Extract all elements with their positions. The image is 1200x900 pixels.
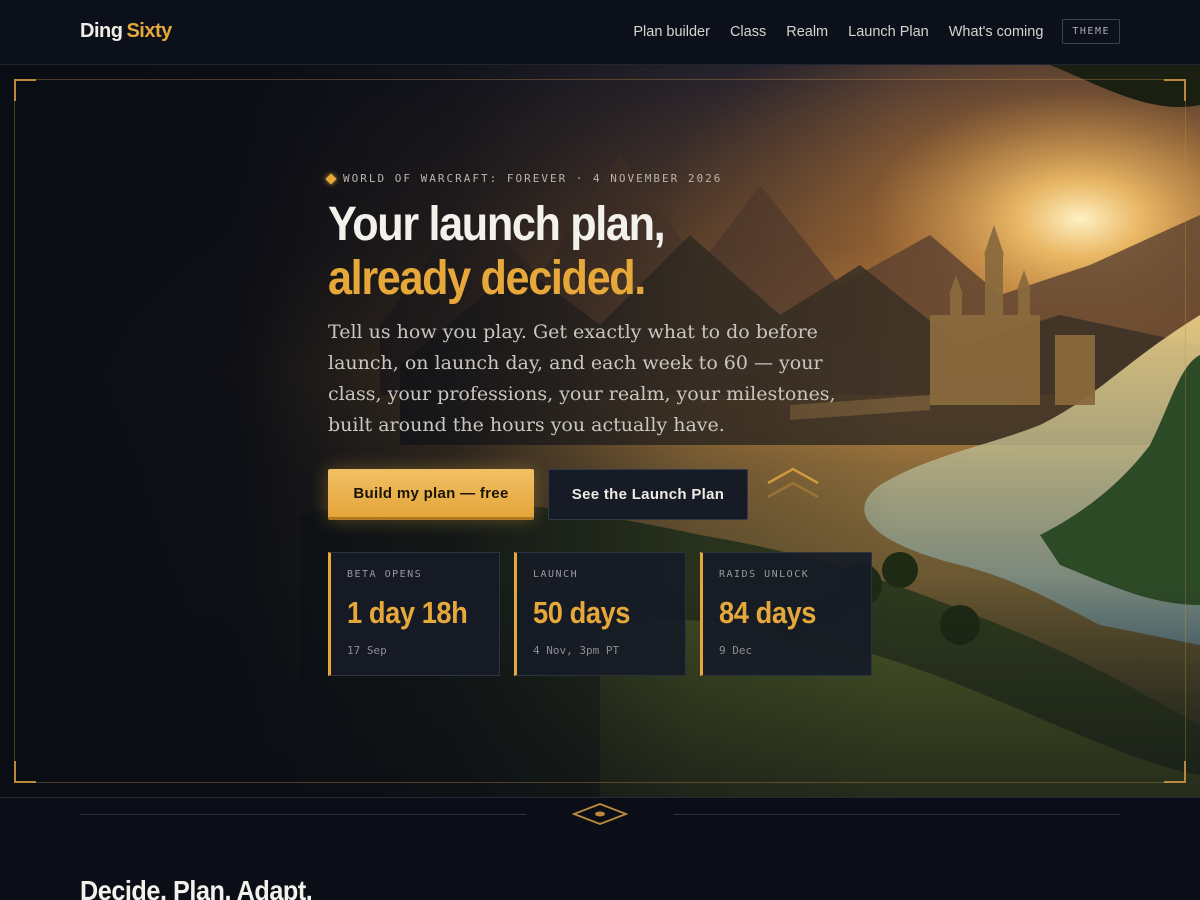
nav-whats-coming[interactable]: What's coming xyxy=(949,20,1044,44)
diamond-gem-icon xyxy=(572,803,628,825)
stat-value: 84 days xyxy=(719,595,817,630)
eyebrow-text: WORLD OF WARCRAFT: FOREVER · 4 NOVEMBER … xyxy=(343,172,723,185)
stat-card-beta: BETA OPENS 1 day 18h 17 Sep xyxy=(328,552,500,676)
stat-card-raids: RAIDS UNLOCK 84 days 9 Dec xyxy=(700,552,872,676)
stat-label: BETA OPENS xyxy=(347,569,423,580)
nav-launch-plan[interactable]: Launch Plan xyxy=(848,20,929,44)
hero-description: Tell us how you play. Get exactly what t… xyxy=(328,321,836,436)
frame-corner xyxy=(14,79,36,101)
frame-corner xyxy=(14,761,36,783)
double-chevron-up-icon xyxy=(767,467,819,499)
site-header: Ding Sixty Plan builder Class Realm Launc… xyxy=(0,0,1200,65)
stat-value: 1 day 18h xyxy=(347,595,468,630)
stat-label: RAIDS UNLOCK xyxy=(719,569,810,580)
brand-name-ding: Ding xyxy=(80,20,123,42)
build-plan-button[interactable]: Build my plan — free xyxy=(328,469,534,520)
hero-headline: Your launch plan, already decided. xyxy=(328,198,666,306)
stat-card-launch: LAUNCH 50 days 4 Nov, 3pm PT xyxy=(514,552,686,676)
stat-value: 50 days xyxy=(533,595,631,630)
see-launch-plan-button[interactable]: See the Launch Plan xyxy=(548,469,748,520)
frame-corner xyxy=(1164,761,1186,783)
main-nav: Plan builder Class Realm Launch Plan Wha… xyxy=(613,19,1120,44)
stat-date: 9 Dec xyxy=(719,644,753,657)
brand-name-sixty: Sixty xyxy=(126,20,172,42)
headline-line-1: Your launch plan, xyxy=(328,198,666,251)
stat-label: LAUNCH xyxy=(533,569,579,580)
theme-toggle-button[interactable]: THEME xyxy=(1062,19,1120,44)
nav-realm[interactable]: Realm xyxy=(786,20,828,44)
hero-section: WORLD OF WARCRAFT: FOREVER · 4 NOVEMBER … xyxy=(0,65,1200,798)
divider-line xyxy=(674,814,1120,815)
brand-logo[interactable]: Ding Sixty xyxy=(80,20,172,43)
nav-plan-builder[interactable]: Plan builder xyxy=(633,20,710,44)
divider-line xyxy=(80,814,526,815)
diamond-icon xyxy=(325,172,337,185)
hero-eyebrow: WORLD OF WARCRAFT: FOREVER · 4 NOVEMBER … xyxy=(325,172,723,185)
section-title: Decide. Plan. Adapt. xyxy=(80,875,313,900)
nav-class[interactable]: Class xyxy=(730,20,766,44)
stat-date: 17 Sep xyxy=(347,644,387,657)
frame-corner xyxy=(1164,79,1186,101)
stat-date: 4 Nov, 3pm PT xyxy=(533,644,620,657)
headline-line-2: already decided. xyxy=(328,252,646,305)
